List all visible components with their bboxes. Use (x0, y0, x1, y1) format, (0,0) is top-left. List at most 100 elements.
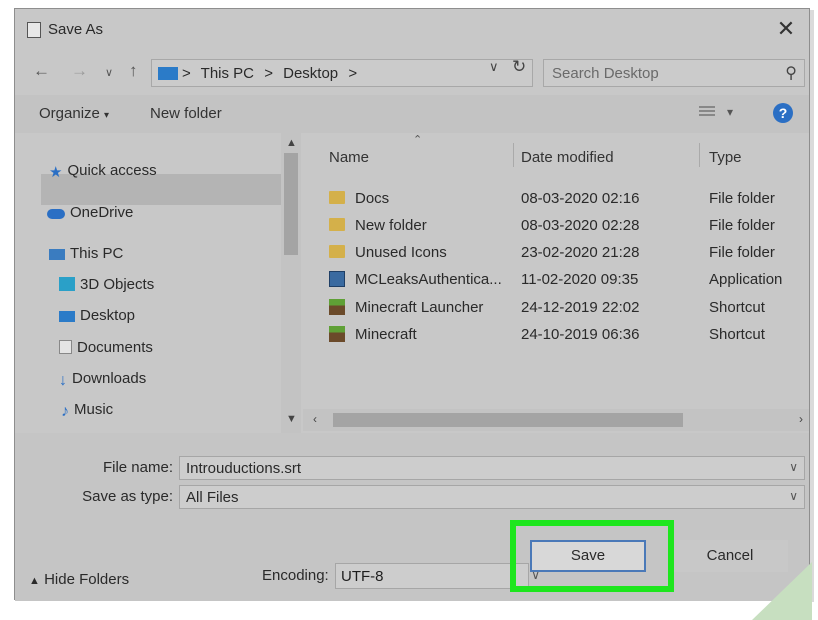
recent-locations-chevron-icon[interactable]: ∨ (105, 66, 113, 79)
scroll-left-icon[interactable]: ‹ (313, 412, 317, 426)
sidebar-item-music[interactable]: ♪ Music (61, 401, 114, 420)
save-as-dialog: Save As ✕ ← → ∨ ↑ > This PC > Desktop > … (14, 8, 810, 601)
music-icon: ♪ (61, 403, 69, 420)
sidebar-item-label: Downloads (72, 370, 147, 387)
search-box[interactable]: Search Desktop ⚲ (543, 59, 805, 87)
file-type: Shortcut (709, 299, 765, 316)
file-type: File folder (709, 244, 775, 261)
column-header-date-modified[interactable]: Date modified (521, 149, 614, 166)
file-type: Shortcut (709, 326, 765, 343)
notepad-icon (27, 22, 41, 38)
save-as-type-select[interactable]: All Files ∨ (179, 485, 805, 509)
file-row[interactable]: Docs 08-03-2020 02:16 File folder (303, 185, 809, 212)
file-row[interactable]: Minecraft Launcher 24-12-2019 22:02 Shor… (303, 294, 809, 321)
file-row[interactable]: New folder 08-03-2020 02:28 File folder (303, 212, 809, 239)
file-type: Application (709, 271, 783, 288)
sidebar-item-this-pc[interactable]: This PC (49, 245, 123, 262)
search-input[interactable]: Search Desktop (552, 65, 659, 82)
column-header-type[interactable]: Type (709, 149, 742, 166)
scrollbar-thumb[interactable] (284, 153, 298, 255)
file-name: MCLeaksAuthentica... (355, 271, 502, 288)
column-divider[interactable] (513, 143, 514, 167)
view-options-icon[interactable] (699, 106, 715, 120)
save-options-area: File name: Introuductions.srt ∨ Save as … (15, 433, 809, 601)
chevron-down-icon[interactable]: ∨ (789, 489, 798, 503)
file-type: File folder (709, 217, 775, 234)
breadcrumb-this-pc[interactable]: This PC (201, 65, 254, 82)
folder-icon (329, 218, 345, 231)
sidebar-item-label: OneDrive (70, 204, 134, 221)
scroll-up-icon[interactable]: ▲ (286, 137, 297, 149)
file-date: 24-10-2019 06:36 (521, 326, 640, 343)
hide-folders-button[interactable]: ▲ Hide Folders (29, 571, 129, 588)
hide-folders-label: Hide Folders (44, 571, 130, 588)
address-bar[interactable]: > This PC > Desktop > (151, 59, 533, 87)
save-as-type-value: All Files (186, 489, 239, 506)
file-name-field[interactable]: Introuductions.srt ∨ (179, 456, 805, 480)
file-date: 24-12-2019 22:02 (521, 299, 640, 316)
help-button[interactable]: ? (773, 103, 793, 123)
file-name-label: File name: (102, 459, 173, 476)
title-bar: Save As ✕ (15, 9, 809, 49)
sidebar-item-quick-access[interactable]: ★ Quick access (49, 162, 157, 181)
file-name: Docs (355, 190, 390, 207)
app-icon (329, 271, 345, 287)
sidebar-item-desktop[interactable]: Desktop (59, 307, 135, 324)
sidebar-item-label: Quick access (67, 162, 157, 179)
file-date: 08-03-2020 02:16 (521, 190, 640, 207)
sidebar-item-label: 3D Objects (80, 276, 155, 293)
column-header-name[interactable]: Name (329, 149, 369, 166)
file-row[interactable]: Unused Icons 23-02-2020 21:28 File folde… (303, 239, 809, 266)
file-name: New folder (355, 217, 427, 234)
document-icon (59, 340, 72, 354)
column-divider[interactable] (699, 143, 700, 167)
back-arrow-icon[interactable]: ← (33, 61, 50, 81)
file-type: File folder (709, 190, 775, 207)
scrollbar-thumb[interactable] (333, 413, 683, 427)
file-name: Unused Icons (355, 244, 447, 261)
breadcrumb-separator: > (264, 65, 273, 82)
encoding-label: Encoding: (262, 567, 329, 584)
view-dropdown-icon[interactable]: ▾ (727, 105, 733, 119)
scroll-down-icon[interactable]: ▼ (286, 413, 297, 425)
nav-vertical-scrollbar[interactable]: ▲ ▼ (281, 133, 301, 433)
close-button[interactable]: ✕ (769, 14, 803, 44)
sidebar-item-documents[interactable]: Documents (59, 339, 153, 356)
cube-icon (59, 277, 75, 291)
organize-dropdown-icon: ▾ (104, 110, 110, 121)
save-button[interactable]: Save (530, 540, 646, 572)
sidebar-item-label: Music (74, 401, 114, 418)
sidebar-item-onedrive[interactable]: OneDrive (47, 204, 133, 221)
chevron-down-icon[interactable]: ∨ (789, 460, 798, 474)
save-as-type-label: Save as type: (82, 488, 173, 505)
address-dropdown-icon[interactable]: ∨ (489, 59, 499, 75)
download-icon: ↓ (59, 372, 67, 389)
up-arrow-icon[interactable]: ↑ (129, 61, 138, 81)
file-name-input[interactable]: Introuductions.srt (186, 460, 301, 477)
encoding-select[interactable]: UTF-8 ∨ (335, 563, 540, 589)
scroll-right-icon[interactable]: › (799, 412, 803, 426)
organize-button[interactable]: Organize ▾ (39, 105, 109, 122)
refresh-icon[interactable]: ↻ (512, 57, 526, 77)
breadcrumb-separator: > (182, 65, 191, 82)
chevron-up-icon: ▲ (29, 575, 40, 587)
file-row[interactable]: Minecraft 24-10-2019 06:36 Shortcut (303, 321, 809, 348)
folder-icon (329, 191, 345, 204)
decorative-corner (752, 562, 812, 620)
forward-arrow-icon[interactable]: → (71, 61, 88, 81)
file-row[interactable]: MCLeaksAuthentica... 11-02-2020 09:35 Ap… (303, 266, 809, 293)
window-title: Save As (48, 21, 104, 38)
navigation-row: ← → ∨ ↑ > This PC > Desktop > ∨ ↻ Search… (15, 55, 809, 91)
computer-icon (49, 249, 65, 260)
file-date: 08-03-2020 02:28 (521, 217, 640, 234)
breadcrumb-desktop[interactable]: Desktop (283, 65, 338, 82)
file-horizontal-scrollbar[interactable]: ‹ › (303, 409, 809, 431)
sidebar-item-3d-objects[interactable]: 3D Objects (59, 276, 154, 293)
search-icon[interactable]: ⚲ (785, 63, 797, 83)
encoding-value: UTF-8 (341, 568, 384, 585)
file-name: Minecraft (355, 326, 417, 343)
sidebar-item-downloads[interactable]: ↓ Downloads (59, 370, 147, 389)
new-folder-button[interactable]: New folder (150, 105, 222, 122)
breadcrumb: > This PC > Desktop > (182, 65, 363, 82)
command-toolbar: Organize ▾ New folder ▾ ? (15, 95, 809, 133)
